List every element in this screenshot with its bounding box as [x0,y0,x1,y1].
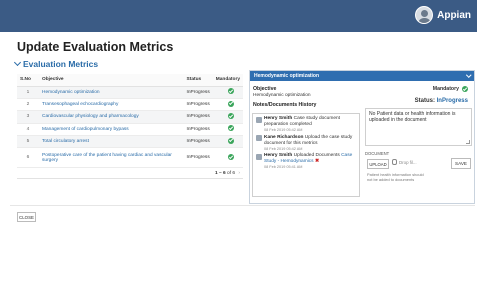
list-item: Henry Smith Uploaded Documents Case Stud… [256,153,356,170]
upload-hint: Patient health information should not be… [367,172,424,182]
row-mandatory [212,147,243,169]
mandatory-indicator: Mandatory [433,86,468,92]
table-row[interactable]: 4 Management of cardiopulmonary bypass I… [17,123,243,137]
row-mandatory [212,123,243,137]
row-status: InProgress [183,98,213,112]
detail-header[interactable]: Hemodynamic optimization [250,71,474,81]
table-row[interactable]: 2 Transesophageal echocardiography InPro… [17,98,243,112]
row-objective-link[interactable]: Hemodynamic optimization [39,86,184,99]
check-circle-icon [227,137,234,144]
note-author: Henry Smith [264,153,293,158]
status-label: Status: [414,98,435,104]
resize-handle-icon[interactable] [466,140,470,144]
brand-name: Appian [437,9,471,21]
notes-history-list[interactable]: Henry Smith Case study document preparat… [252,113,360,197]
pager-total: of 6 [227,170,236,176]
check-circle-icon [227,100,234,107]
column-header-status[interactable]: Status [183,74,213,87]
row-objective-link[interactable]: Cardiovascular physiology and pharmacolo… [39,110,184,124]
row-sno: 2 [17,98,39,112]
notes-label: Notes/Documents History [253,102,317,108]
detail-header-title: Hemodynamic optimization [254,73,320,79]
upload-button[interactable]: UPLOAD [367,159,389,169]
check-circle-icon [462,86,468,92]
top-bar: Appian [0,0,477,32]
pager: 1 – 6 of 6 › [17,167,243,180]
table-row[interactable]: 6 Postoperative care of the patient havi… [17,147,243,169]
next-page-icon[interactable]: › [238,171,240,176]
section-toggle[interactable]: Evaluation Metrics [13,58,99,69]
section-title: Evaluation Metrics [23,59,99,69]
drop-text: Drop fil... [399,159,417,165]
table-row[interactable]: 5 Total circulatory arrest InProgress [17,135,243,149]
row-sno: 3 [17,110,39,124]
list-item: Henry Smith Case study document preparat… [256,116,356,133]
chevron-down-icon[interactable] [465,72,471,78]
row-objective-link[interactable]: Postoperative care of the patient having… [39,147,184,169]
close-button[interactable]: CLOSE [17,212,36,222]
row-status: InProgress [183,135,213,149]
user-icon [256,116,262,123]
metrics-table: S.No Objective Status Mandatory 1 Hemody… [17,74,243,180]
row-status: InProgress [183,123,213,137]
row-mandatory [212,98,243,112]
paperclip-icon [392,159,397,165]
note-time: 08 Feb 2019 05:42 AM [264,146,303,151]
comment-textarea[interactable]: No Patient data or health information is… [365,108,472,146]
row-sno: 6 [17,147,39,169]
delete-icon[interactable]: ✖ [315,159,319,164]
row-objective-link[interactable]: Transesophageal echocardiography [39,98,184,112]
row-status: InProgress [183,86,213,99]
check-circle-icon [227,88,234,95]
upload-label: DOCUMENT [365,151,390,156]
check-circle-icon [227,112,234,119]
row-status: InProgress [183,147,213,169]
row-mandatory [212,110,243,124]
status-value: InProgress [436,98,468,104]
pager-range: 1 – 6 [215,170,226,176]
check-circle-icon [227,125,234,132]
note-time: 08 Feb 2019 05:41 AM [264,165,303,169]
note-time: 08 Feb 2019 05:42 AM [264,128,303,132]
note-text: Uploaded Documents [293,153,340,158]
list-item: Kane Richardson Upload the case study do… [256,135,356,152]
user-avatar-icon[interactable] [415,6,434,24]
row-sno: 5 [17,135,39,149]
mandatory-label: Mandatory [432,86,459,92]
column-header-sno[interactable]: S.No [17,74,39,87]
table-row[interactable]: 3 Cardiovascular physiology and pharmaco… [17,110,243,124]
table-footer: 1 – 6 of 6 › [17,167,243,180]
note-author: Kane Richardson [264,134,304,140]
user-icon [256,135,262,141]
objective-value: Hemodynamic optimization [253,93,311,98]
column-header-mandatory[interactable]: Mandatory [212,74,243,87]
row-sno: 1 [17,86,39,99]
save-button[interactable]: SAVE [451,158,471,169]
drop-zone[interactable]: Drop fil... [392,159,417,165]
row-objective-link[interactable]: Total circulatory arrest [39,135,184,149]
check-circle-icon [227,153,234,160]
status-display: Status: InProgress [415,98,468,104]
row-mandatory [212,135,243,149]
row-mandatory [212,86,243,99]
row-status: InProgress [183,110,213,124]
page-title: Update Evaluation Metrics [17,40,174,54]
brand[interactable]: Appian [415,6,471,24]
row-objective-link[interactable]: Management of cardiopulmonary bypass [39,123,184,137]
divider [10,205,475,206]
detail-panel: Hemodynamic optimization Objective Hemod… [249,70,475,204]
user-icon [256,153,262,160]
table-row[interactable]: 1 Hemodynamic optimization InProgress [17,86,243,99]
chevron-down-icon [13,58,22,67]
row-sno: 4 [17,123,39,137]
note-author: Henry Smith [264,116,293,121]
comment-text: No Patient data or health information is… [369,111,456,123]
column-header-objective[interactable]: Objective [39,74,184,87]
objective-label: Objective [253,86,277,92]
